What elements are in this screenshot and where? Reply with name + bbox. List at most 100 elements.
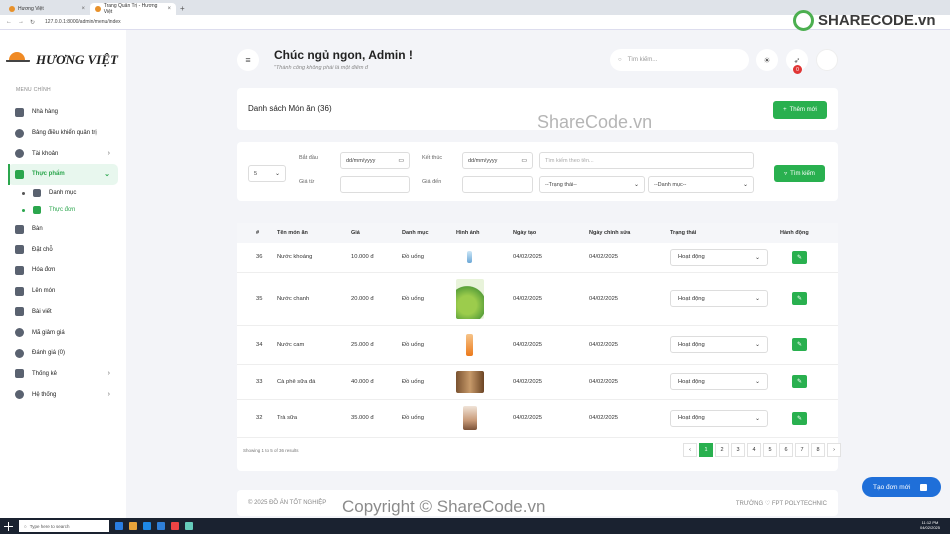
chevron-down-icon: ⌄ — [754, 296, 760, 302]
column-header: Hình ảnh — [456, 223, 513, 243]
close-tab-icon[interactable]: × — [81, 6, 85, 12]
status-select[interactable]: Hoạt động ⌄ — [670, 290, 768, 307]
page-button-4[interactable]: 4 — [747, 443, 761, 457]
page-prev-button[interactable]: ‹ — [683, 443, 697, 457]
cell-updated: 04/02/2025 — [589, 243, 670, 273]
search-input[interactable]: Tìm kiếm... — [628, 57, 658, 63]
avatar[interactable] — [816, 49, 838, 71]
chrome-icon[interactable] — [171, 522, 179, 530]
edit-button[interactable]: ✎ — [792, 375, 807, 388]
table-row: 32 Trà sữa 35.000 đ Đồ uống 04/02/2025 0… — [237, 399, 838, 438]
sidebar-item-accounts[interactable]: Tài khoản › — [8, 143, 118, 164]
price-to-input[interactable] — [462, 176, 533, 193]
cell-created: 04/02/2025 — [513, 399, 589, 438]
sidebar-item-categories[interactable]: Danh mục — [8, 185, 118, 202]
status-select[interactable]: Hoạt động ⌄ — [670, 248, 768, 266]
name-placeholder: Tìm kiếm theo tên... — [545, 157, 594, 164]
search-icon: ○ — [24, 523, 27, 529]
brand[interactable]: HƯƠNG VIỆT — [6, 50, 118, 70]
back-icon[interactable]: ← — [6, 19, 12, 25]
edit-button[interactable]: ✎ — [792, 250, 807, 264]
sidebar-item-statistics[interactable]: Thống kê › — [8, 364, 118, 385]
end-date-input[interactable]: dd/mm/yyyy ▭ — [462, 152, 533, 169]
chart-icon — [15, 369, 24, 379]
browser-tab-active[interactable]: Trang Quản Trị - Hương Việt × — [90, 3, 176, 15]
file-explorer-icon[interactable] — [129, 522, 137, 530]
sidebar-item-tables[interactable]: Bàn — [8, 219, 118, 240]
category-select[interactable]: --Danh mục-- ⌄ — [648, 176, 754, 193]
active-indicator — [8, 164, 10, 185]
app-icon[interactable] — [185, 522, 193, 530]
comments-icon — [15, 348, 24, 358]
add-button[interactable]: + Thêm mới — [773, 101, 827, 119]
new-tab-icon[interactable]: + — [176, 3, 189, 15]
page-button-6[interactable]: 6 — [779, 443, 793, 457]
page-button-1[interactable]: 1 — [699, 443, 713, 457]
cogs-icon — [15, 390, 24, 400]
discount-icon — [15, 328, 24, 338]
close-tab-icon[interactable]: × — [167, 6, 171, 12]
sidebar-item-menu[interactable]: Thực đơn — [8, 202, 118, 219]
notification-button[interactable]: ➶ 0 — [786, 49, 808, 74]
create-order-button[interactable]: Tạo đơn mới — [862, 477, 941, 497]
sidebar-item-posts[interactable]: Bài viết — [8, 302, 118, 323]
tab-title: Hương Việt — [18, 6, 44, 12]
status-select[interactable]: Hoạt động ⌄ — [670, 336, 768, 353]
theme-toggle-icon[interactable]: ☀ — [756, 49, 778, 71]
table-icon — [15, 224, 24, 234]
cell-category: Đồ uống — [402, 243, 456, 273]
search-button[interactable]: ▿ Tìm kiếm — [774, 165, 825, 182]
edit-button[interactable]: ✎ — [792, 292, 807, 305]
sidebar-item-invoices[interactable]: Hóa đơn — [8, 260, 118, 281]
page-button-7[interactable]: 7 — [795, 443, 809, 457]
cell-action: ✎ — [780, 243, 838, 273]
page-button-8[interactable]: 8 — [811, 443, 825, 457]
page-button-5[interactable]: 5 — [763, 443, 777, 457]
hamburger-icon[interactable]: ≡ — [237, 49, 259, 71]
search-button-label: Tìm kiếm — [790, 170, 815, 177]
sidebar-item-restaurant[interactable]: Nhà hàng — [8, 102, 118, 123]
chevron-right-icon: › — [107, 150, 110, 158]
sidebar-item-label: Thống kê — [32, 370, 58, 377]
chevron-down-icon: ⌄ — [742, 182, 748, 188]
milk-tea-image — [463, 406, 477, 430]
forward-icon[interactable]: → — [18, 19, 24, 25]
status-select[interactable]: --Trạng thái-- ⌄ — [539, 176, 645, 193]
page-button-3[interactable]: 3 — [731, 443, 745, 457]
sidebar-item-dashboard[interactable]: Bảng điều khiển quản trị — [8, 123, 118, 144]
url-field[interactable]: 127.0.0.1:8000/admin/menu/index — [45, 19, 121, 25]
sidebar-item-system[interactable]: Hệ thống › — [8, 384, 118, 405]
system-clock[interactable]: 11:12 PM 04/02/2025 — [920, 520, 940, 530]
chevron-down-icon: ⌄ — [754, 415, 760, 422]
sidebar-item-reservations[interactable]: Đặt chỗ — [8, 239, 118, 260]
page-button-2[interactable]: 2 — [715, 443, 729, 457]
reload-icon[interactable]: ↻ — [30, 19, 35, 26]
header-search[interactable]: ○ Tìm kiếm... — [610, 49, 749, 71]
watermark-logo: SHARECODE.vn — [793, 10, 936, 31]
cell-price: 40.000 đ — [351, 364, 402, 400]
cell-status: Hoạt động ⌄ — [670, 243, 780, 273]
page-next-button[interactable]: › — [827, 443, 841, 457]
edge-icon[interactable] — [143, 522, 151, 530]
task-view-icon[interactable] — [115, 522, 123, 530]
status-select[interactable]: Hoạt động ⌄ — [670, 373, 768, 390]
cell-created: 04/02/2025 — [513, 325, 589, 365]
vscode-icon[interactable] — [157, 522, 165, 530]
windows-start-icon[interactable] — [4, 521, 13, 531]
page-size-select[interactable]: 5 ⌄ — [248, 165, 286, 182]
sidebar-item-reviews[interactable]: Đánh giá (0) — [8, 343, 118, 364]
edit-button[interactable]: ✎ — [792, 338, 807, 351]
sidebar-item-serving[interactable]: Lên món — [8, 281, 118, 302]
edit-button[interactable]: ✎ — [792, 411, 807, 425]
price-from-input[interactable] — [340, 176, 410, 193]
sidebar-item-discounts[interactable]: Mã giảm giá — [8, 322, 118, 343]
cell-category: Đồ uống — [402, 364, 456, 400]
status-select[interactable]: Hoạt động ⌄ — [670, 409, 768, 427]
chevron-down-icon: ⌄ — [754, 342, 760, 348]
browser-tab[interactable]: Hương Việt × — [4, 3, 90, 15]
taskbar-search[interactable]: ○ Type here to search — [19, 520, 109, 532]
taskbar: ○ Type here to search 11:12 PM 04/02/2025 — [0, 518, 950, 534]
start-date-input[interactable]: dd/mm/yyyy ▭ — [340, 152, 410, 169]
sidebar-item-food[interactable]: Thực phẩm ⌄ — [8, 164, 118, 185]
name-search-input[interactable]: Tìm kiếm theo tên... — [539, 152, 754, 169]
